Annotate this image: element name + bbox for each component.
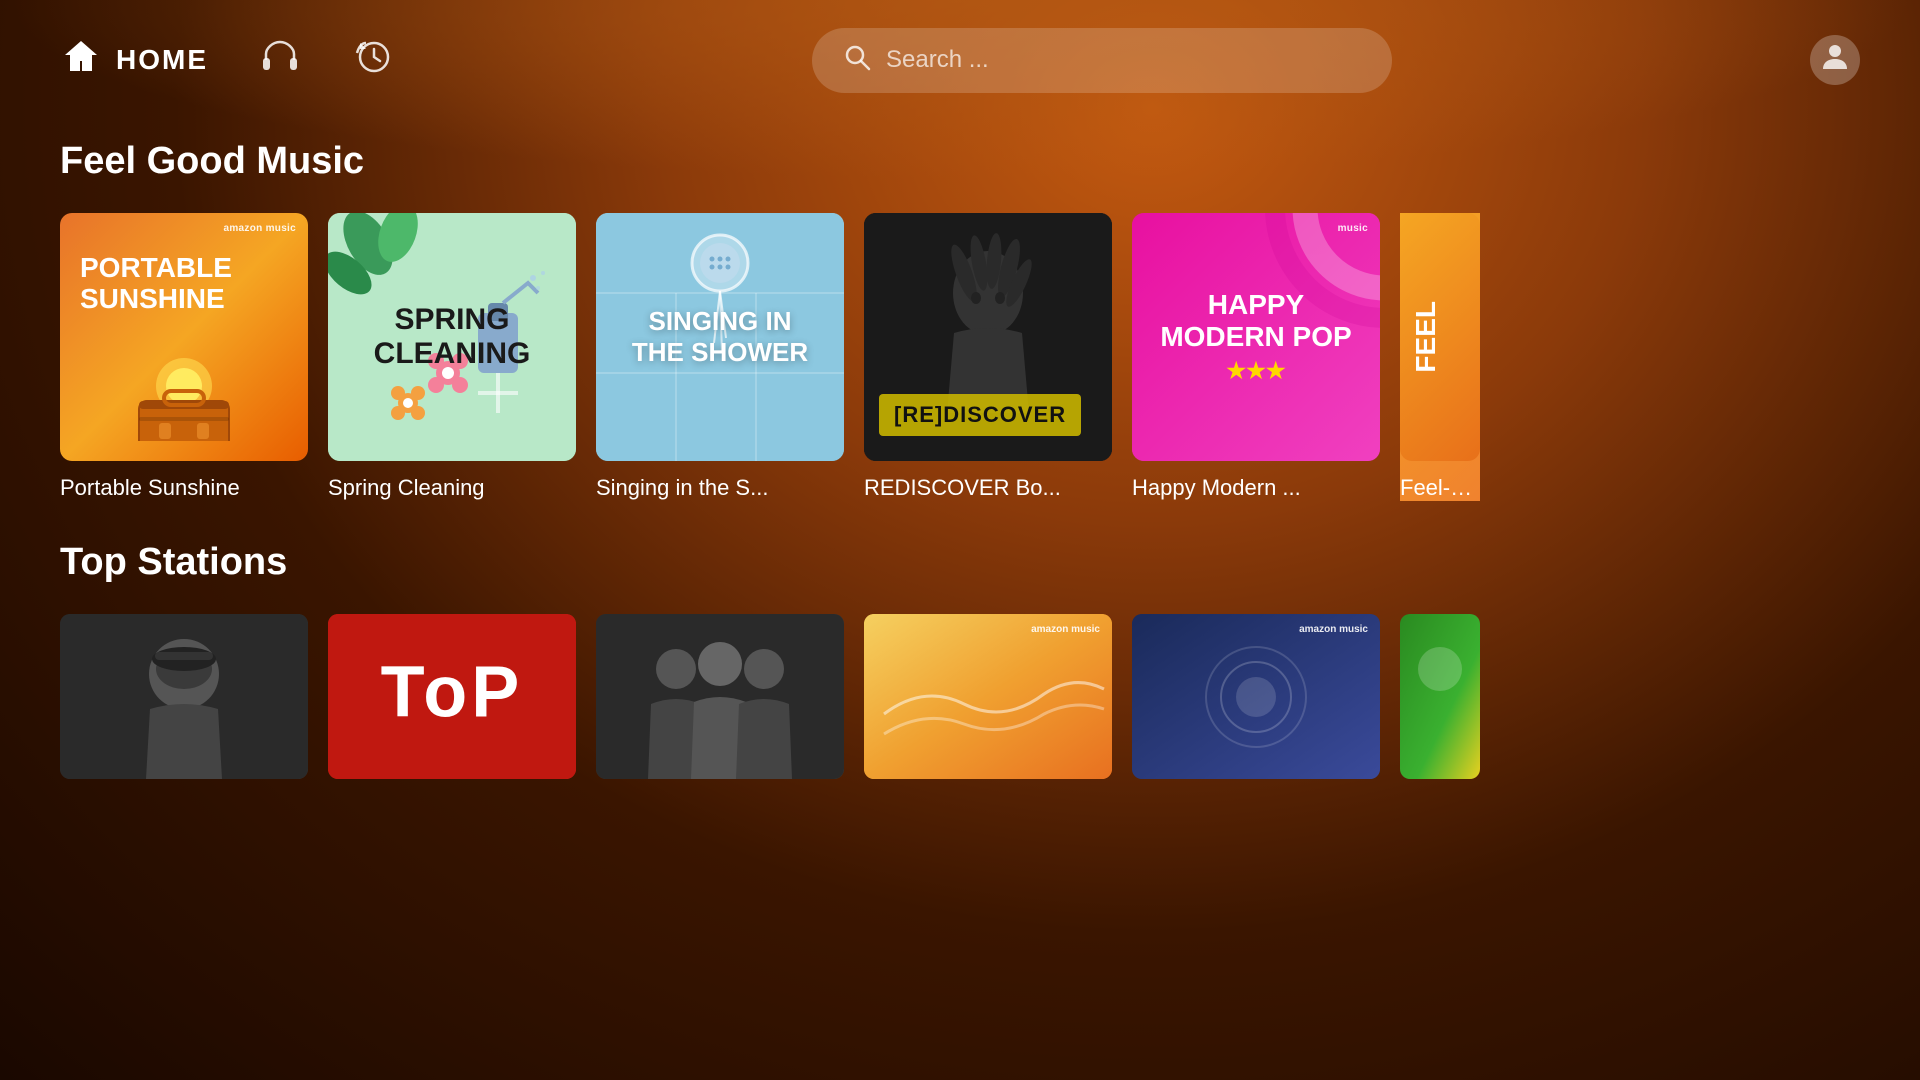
user-icon bbox=[1818, 39, 1852, 82]
home-icon bbox=[60, 35, 102, 86]
card-rediscover-label: REDISCOVER Bo... bbox=[864, 475, 1112, 501]
station-4-image: amazon music bbox=[864, 614, 1112, 779]
recent-nav-item[interactable] bbox=[352, 35, 394, 86]
nav-right bbox=[1810, 35, 1860, 85]
card-portable-sunshine[interactable]: amazon music PORTABLESUNSHINE bbox=[60, 213, 308, 501]
feel-good-text: FEEL bbox=[1410, 301, 1442, 373]
home-nav-item[interactable]: HOME bbox=[60, 35, 208, 86]
station-card-5[interactable]: amazon music bbox=[1132, 614, 1380, 779]
station-6-image bbox=[1400, 614, 1480, 779]
rediscover-badge: [RE]DISCOVER bbox=[879, 394, 1081, 436]
nav-left: HOME bbox=[60, 34, 394, 87]
top-stations-section: Top Stations bbox=[0, 541, 1920, 779]
card-portable-sunshine-label: Portable Sunshine bbox=[60, 475, 308, 501]
home-label: HOME bbox=[116, 44, 208, 76]
station-card-4[interactable]: amazon music bbox=[864, 614, 1112, 779]
station-cards-row: ToP bbox=[60, 614, 1860, 779]
happy-pop-text: HAPPYMODERN POP ★★★ bbox=[1140, 269, 1371, 406]
station-card-6-partial[interactable] bbox=[1400, 614, 1480, 779]
amz-badge-1: amazon music bbox=[223, 223, 296, 234]
station-5-image: amazon music bbox=[1132, 614, 1380, 779]
card-spring-cleaning-image: amazon music bbox=[328, 213, 576, 461]
headphones-nav-item[interactable] bbox=[258, 34, 302, 87]
card-rediscover-image: amazon music bbox=[864, 213, 1112, 461]
card-feel-good-partial[interactable]: FEEL Feel-Go... bbox=[1400, 213, 1480, 501]
shower-text: SINGING INTHE SHOWER bbox=[632, 306, 808, 368]
card-feel-good-image: FEEL bbox=[1400, 213, 1480, 461]
headphones-icon bbox=[258, 48, 302, 86]
station-5-amz-badge: amazon music bbox=[1299, 624, 1368, 635]
amz-badge-5: music bbox=[1338, 223, 1368, 234]
header: HOME bbox=[0, 0, 1920, 120]
feel-good-section: Feel Good Music amazon music PORTABLESUN… bbox=[0, 140, 1920, 501]
card-happy-pop-image: music HAPPYMODERN POP ★★★ bbox=[1132, 213, 1380, 461]
card-spring-cleaning-label: Spring Cleaning bbox=[328, 475, 576, 501]
station-card-top[interactable]: ToP bbox=[328, 614, 576, 779]
card-spring-cleaning[interactable]: amazon music bbox=[328, 213, 576, 501]
ps-text: PORTABLESUNSHINE bbox=[80, 253, 288, 315]
card-portable-sunshine-image: amazon music PORTABLESUNSHINE bbox=[60, 213, 308, 461]
search-icon bbox=[842, 42, 872, 79]
station-top-image: ToP bbox=[328, 614, 576, 779]
card-rediscover[interactable]: amazon music bbox=[864, 213, 1112, 501]
search-bar[interactable]: Search ... bbox=[812, 28, 1392, 93]
station-3-image bbox=[596, 614, 844, 779]
card-feel-good-label: Feel-Go... bbox=[1400, 475, 1480, 501]
station-card-1[interactable] bbox=[60, 614, 308, 779]
card-happy-modern-pop-label: Happy Modern ... bbox=[1132, 475, 1380, 501]
station-1-image bbox=[60, 614, 308, 779]
sc-text: SPRINGCLEANING bbox=[374, 303, 531, 372]
feel-good-title: Feel Good Music bbox=[60, 140, 1860, 183]
card-singing-shower-label: Singing in the S... bbox=[596, 475, 844, 501]
card-singing-shower-image: SINGING INTHE SHOWER bbox=[596, 213, 844, 461]
top-stations-title: Top Stations bbox=[60, 541, 1860, 584]
station-4-amz-badge: amazon music bbox=[1031, 624, 1100, 635]
card-singing-shower[interactable]: SINGING INTHE SHOWER Singing in the S... bbox=[596, 213, 844, 501]
search-placeholder: Search ... bbox=[886, 46, 989, 74]
history-icon bbox=[352, 47, 394, 85]
card-happy-modern-pop[interactable]: music HAPPYMODERN POP ★★★ Happy Modern .… bbox=[1132, 213, 1380, 501]
svg-text:ToP: ToP bbox=[381, 652, 524, 732]
station-card-3[interactable] bbox=[596, 614, 844, 779]
user-profile-button[interactable] bbox=[1810, 35, 1860, 85]
feel-good-cards-row: amazon music PORTABLESUNSHINE bbox=[60, 213, 1860, 501]
